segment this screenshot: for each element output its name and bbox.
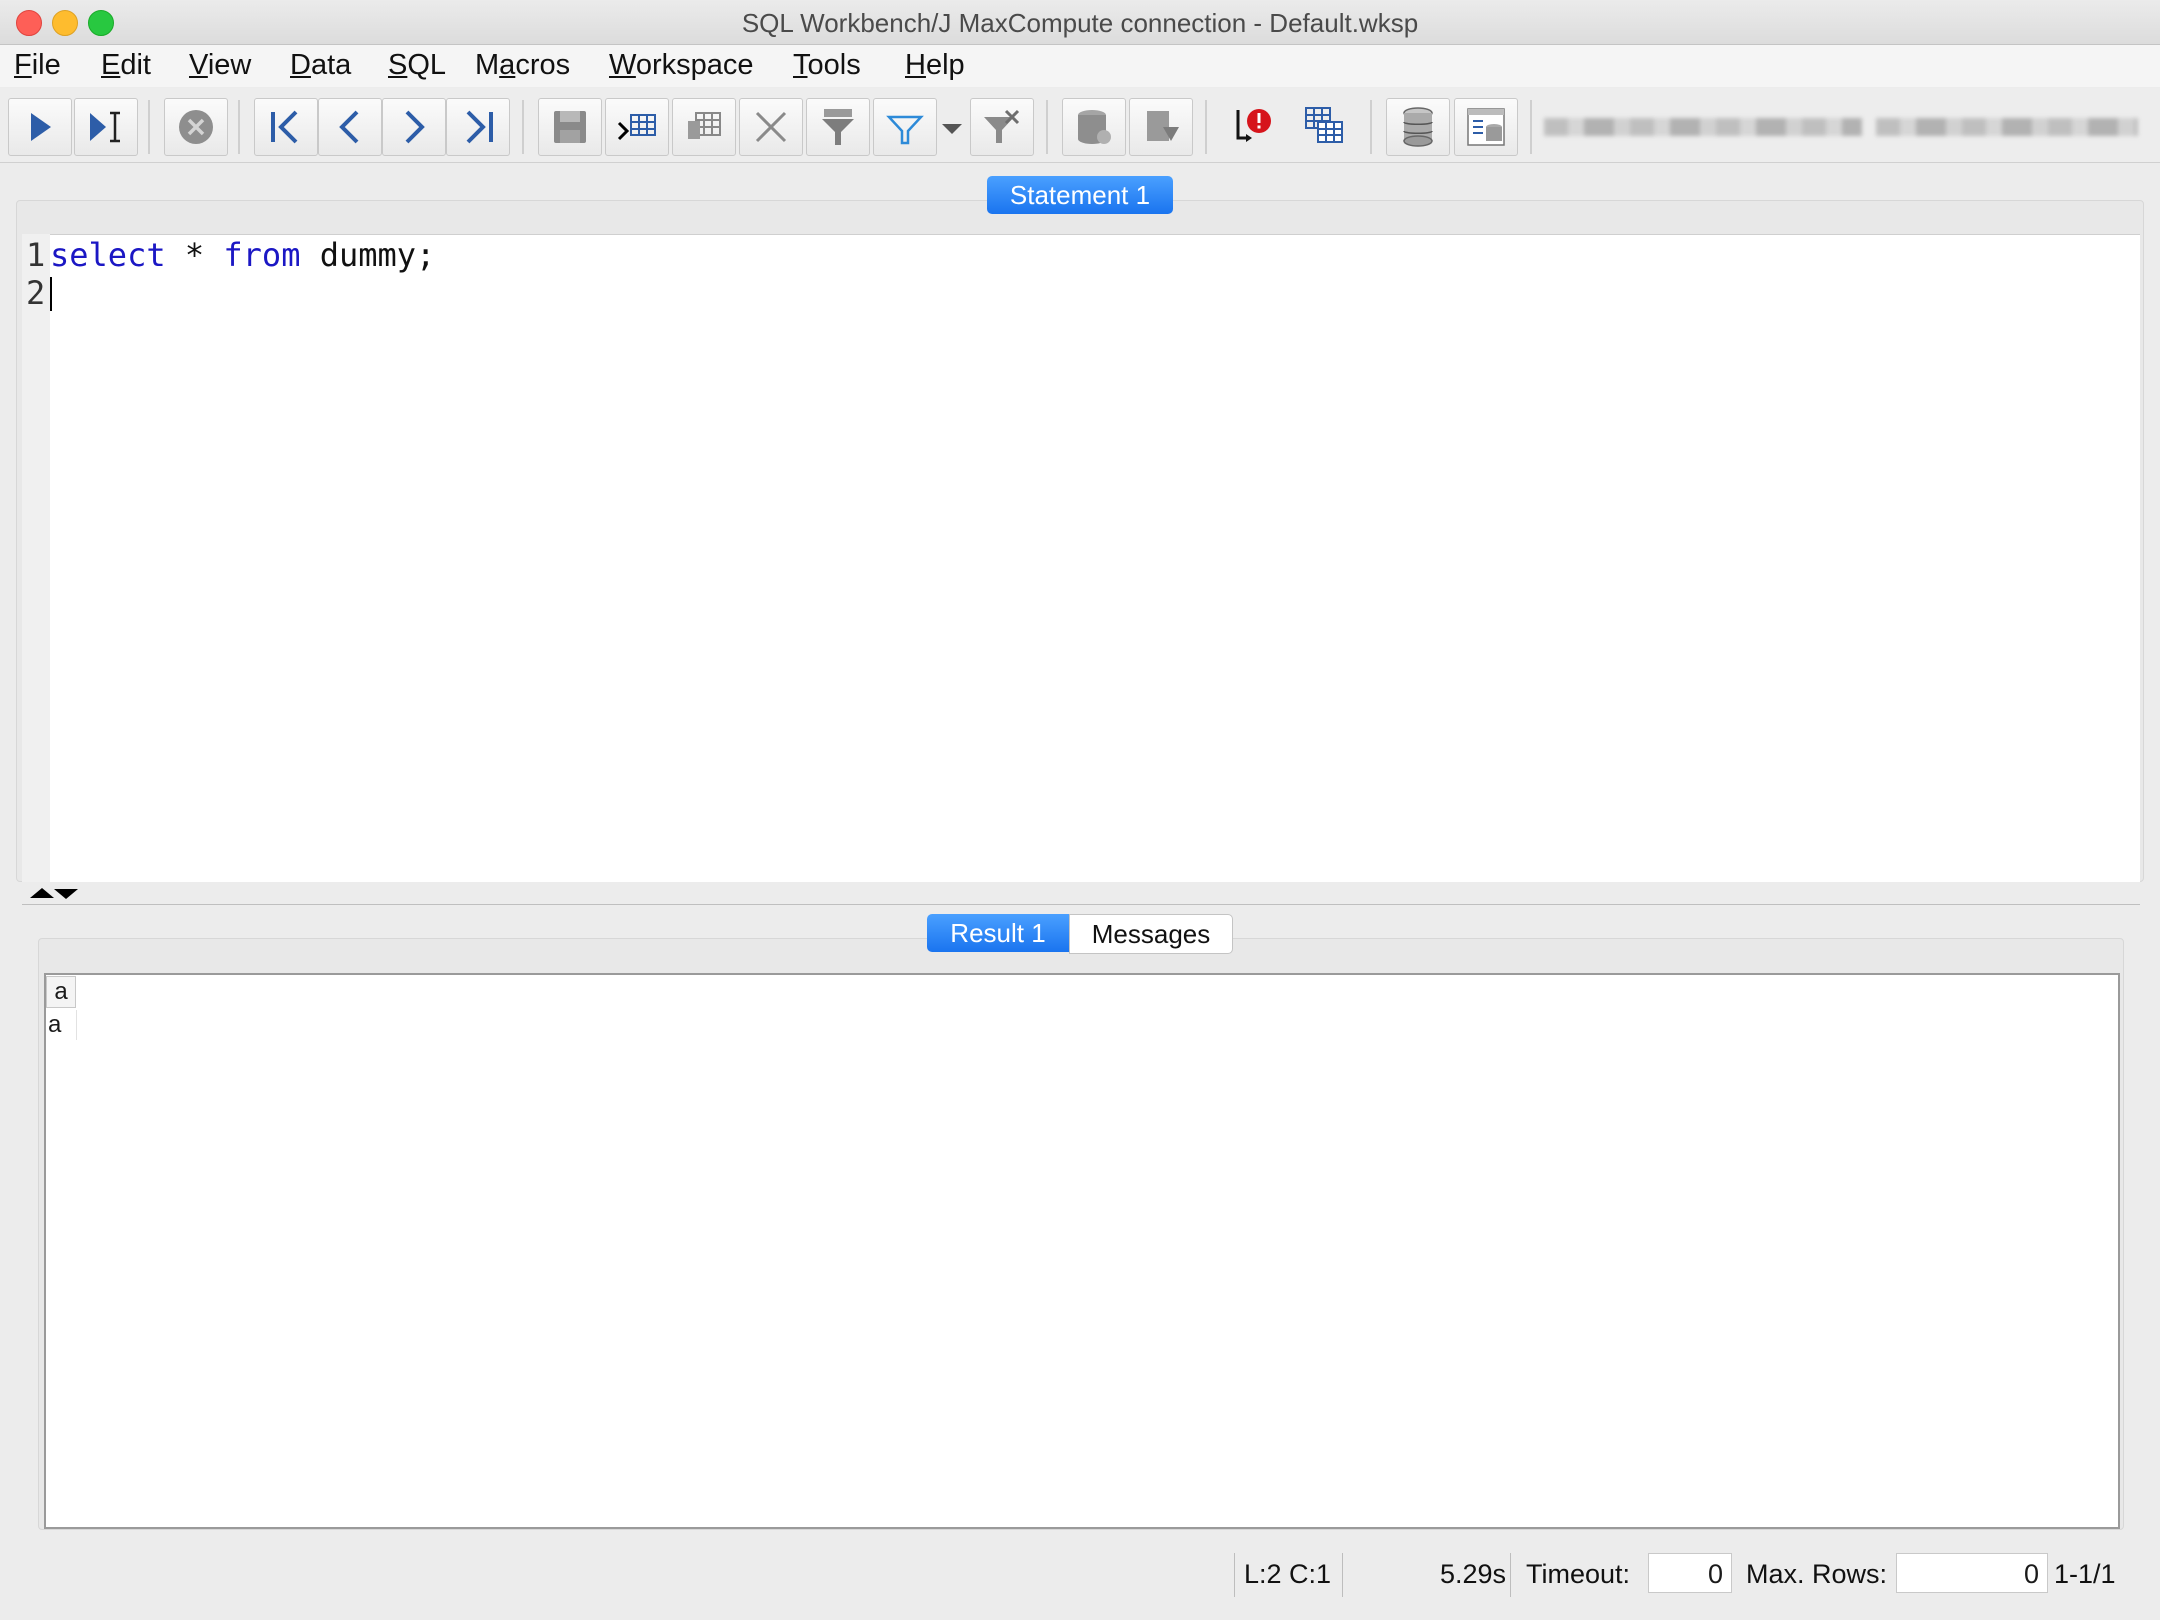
window-title: SQL Workbench/J MaxCompute connection - … (741, 8, 1419, 38)
rollback-button[interactable] (1129, 98, 1193, 156)
filter-button[interactable] (806, 98, 870, 156)
menu-view[interactable]: View (189, 49, 251, 82)
menu-data[interactable]: Data (290, 49, 351, 82)
previous-icon (339, 110, 359, 144)
tab-result-1[interactable]: Result 1 (927, 914, 1069, 952)
commit-icon (1078, 110, 1111, 144)
result-table[interactable] (44, 973, 2120, 1529)
menu-file[interactable]: File (14, 49, 61, 82)
sql-text: dummy; (300, 236, 436, 274)
splitter[interactable] (22, 882, 2140, 905)
cancel-button[interactable] (164, 98, 228, 156)
last-icon (466, 110, 493, 144)
toolbar (0, 88, 2160, 163)
line-number: 1 (26, 236, 46, 274)
timeout-label: Timeout: (1526, 1559, 1631, 1589)
timeout-input[interactable]: 0 (1648, 1553, 1732, 1593)
execution-time: 5.29s (1440, 1559, 1507, 1589)
menu-tools[interactable]: Tools (793, 49, 861, 82)
max-rows-label: Max. Rows: (1746, 1559, 1888, 1589)
data-grid-button[interactable] (1296, 98, 1352, 154)
next-row-button[interactable] (382, 98, 446, 156)
delete-row-icon (755, 111, 787, 143)
cancel-icon (179, 110, 213, 144)
execute-current-icon (90, 111, 120, 143)
previous-row-button[interactable] (318, 98, 382, 156)
data-grid-icon (1305, 107, 1343, 143)
insert-row-button[interactable] (605, 98, 669, 156)
title-bar: SQL Workbench/J MaxCompute connection - … (0, 0, 2160, 45)
database-explorer-icon (1403, 107, 1433, 147)
stop-on-error-button[interactable] (1224, 98, 1280, 154)
reset-filter-icon (984, 109, 1020, 143)
row-range: 1-1/1 (2054, 1559, 2116, 1589)
filter-dropdown-icon (942, 124, 962, 134)
save-button[interactable] (538, 98, 602, 156)
rollback-icon (1147, 111, 1179, 141)
max-rows-input[interactable]: 0 (1896, 1553, 2048, 1593)
db-tree-icon (1467, 108, 1505, 146)
menu-help[interactable]: Help (905, 49, 965, 82)
menu-edit[interactable]: Edit (101, 49, 151, 82)
first-icon (271, 110, 298, 144)
menu-macros[interactable]: Macros (475, 49, 570, 82)
table-cell[interactable]: a (46, 1010, 77, 1040)
quick-filter-icon (886, 115, 924, 145)
stop-on-error-icon (1236, 109, 1271, 142)
filter-icon (822, 109, 854, 145)
line-number: 2 (26, 274, 46, 312)
code-line[interactable]: select * from dummy; (50, 236, 435, 274)
tab-statement-1[interactable]: Statement 1 (987, 176, 1173, 214)
sql-editor[interactable] (22, 234, 2140, 883)
arrow-up-icon[interactable] (30, 888, 54, 898)
first-row-button[interactable] (254, 98, 318, 156)
copy-row-icon (688, 112, 721, 139)
sql-operator: * (165, 236, 224, 274)
db-tree-button[interactable] (1454, 98, 1518, 156)
reset-filter-button[interactable] (970, 98, 1034, 156)
menu-sql[interactable]: SQL (388, 49, 446, 82)
insert-row-icon (617, 114, 656, 141)
sql-keyword: from (223, 236, 301, 274)
connection-info-blurred (1876, 118, 2138, 136)
arrow-down-icon[interactable] (54, 889, 78, 899)
next-icon (405, 110, 425, 144)
quick-filter-button[interactable] (873, 98, 937, 156)
line-number-gutter (22, 234, 50, 882)
filter-dropdown-button[interactable] (940, 118, 964, 138)
menu-workspace[interactable]: Workspace (609, 49, 754, 82)
execute-button[interactable] (8, 98, 72, 156)
save-icon (554, 111, 586, 143)
database-explorer-button[interactable] (1386, 98, 1450, 156)
delete-row-button[interactable] (739, 98, 803, 156)
last-row-button[interactable] (446, 98, 510, 156)
sql-keyword: select (50, 236, 166, 274)
execute-icon (31, 113, 51, 141)
connection-info-blurred (1544, 118, 1862, 136)
text-caret (50, 277, 52, 311)
execute-current-button[interactable] (74, 98, 138, 156)
column-header[interactable]: a (46, 976, 76, 1008)
cursor-position: L:2 C:1 (1244, 1559, 1332, 1589)
copy-row-button[interactable] (672, 98, 736, 156)
menu-bar: File Edit View Data SQL Macros Workspace… (0, 45, 2160, 87)
tab-messages[interactable]: Messages (1069, 914, 1233, 954)
commit-button[interactable] (1062, 98, 1126, 156)
status-bar: L:2 C:1 5.29s Timeout: 0 Max. Rows: 0 1-… (0, 1545, 2160, 1605)
